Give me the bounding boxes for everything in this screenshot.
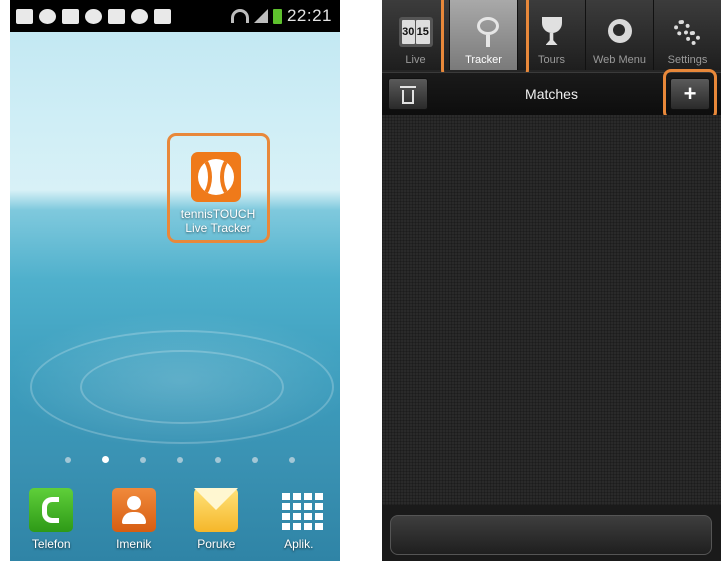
signal-icon — [253, 9, 268, 23]
image-notification-icon — [62, 8, 79, 24]
status-clock: 22:21 — [286, 6, 332, 25]
tab-label: Settings — [667, 54, 708, 66]
app-highlight-box — [167, 133, 270, 243]
calendar-icon: 30 15 — [398, 17, 433, 47]
page-indicator — [65, 456, 295, 463]
apps-grid-icon — [277, 488, 323, 532]
dock-item-phone[interactable]: Telefon — [10, 480, 93, 561]
add-highlight-box — [663, 69, 717, 120]
page-dot[interactable] — [288, 456, 295, 463]
bottom-input-bar[interactable] — [390, 515, 712, 555]
tab-live[interactable]: 30 15 Live — [382, 0, 450, 70]
page-dot[interactable] — [214, 456, 221, 463]
dock-label: Aplik. — [284, 537, 314, 551]
chat-notification-icon — [39, 8, 56, 24]
globe-icon — [603, 17, 637, 47]
tab-web-menu[interactable]: Web Menu — [586, 0, 654, 70]
check-notification-icon — [131, 8, 148, 24]
dock-label: Imenik — [116, 537, 152, 551]
tab-highlight-box — [441, 0, 529, 80]
page-dot[interactable] — [140, 456, 147, 463]
status-bar: 22:21 — [10, 0, 340, 32]
missed-call-icon — [85, 8, 102, 24]
calendar-day-a: 30 — [401, 20, 415, 44]
bag-notification-icon — [154, 8, 171, 24]
page-dot[interactable] — [177, 456, 184, 463]
page-dot[interactable] — [65, 456, 71, 463]
bottom-bar — [382, 505, 721, 561]
delete-button[interactable] — [388, 78, 428, 110]
tab-label: Web Menu — [593, 54, 646, 66]
home-screen: 22:21 tennisTOUCH Live Tracker Telefon I… — [10, 0, 340, 561]
page-dot-active[interactable] — [102, 456, 110, 463]
page-dot[interactable] — [251, 456, 258, 463]
messages-icon — [194, 488, 239, 532]
matches-list[interactable] — [382, 115, 721, 505]
dock-item-messages[interactable]: Poruke — [175, 480, 258, 561]
contacts-icon — [111, 488, 156, 532]
wallpaper-ring — [80, 350, 284, 424]
dock-item-contacts[interactable]: Imenik — [93, 480, 176, 561]
tab-bar: 30 15 Live Tracker Tours Web Menu Settin… — [382, 0, 721, 70]
facebook-icon — [108, 8, 125, 24]
tab-settings[interactable]: Settings — [654, 0, 721, 70]
download-notification-icon — [16, 8, 33, 24]
dock-item-apps[interactable]: Aplik. — [258, 480, 341, 561]
tab-label: Live — [405, 54, 426, 66]
trophy-icon — [535, 17, 569, 47]
dock-label: Telefon — [31, 537, 71, 551]
trash-icon — [400, 85, 416, 104]
battery-icon — [272, 8, 282, 24]
tab-label: Tours — [538, 54, 565, 66]
dock: Telefon Imenik Poruke Aplik. — [10, 480, 340, 561]
tennistouch-app-screen: 30 15 Live Tracker Tours Web Menu Settin… — [382, 0, 721, 561]
wifi-icon — [230, 9, 249, 23]
calendar-day-b: 15 — [416, 20, 430, 44]
dock-label: Poruke — [197, 537, 236, 551]
gear-icon — [671, 17, 705, 47]
phone-icon — [29, 488, 74, 532]
